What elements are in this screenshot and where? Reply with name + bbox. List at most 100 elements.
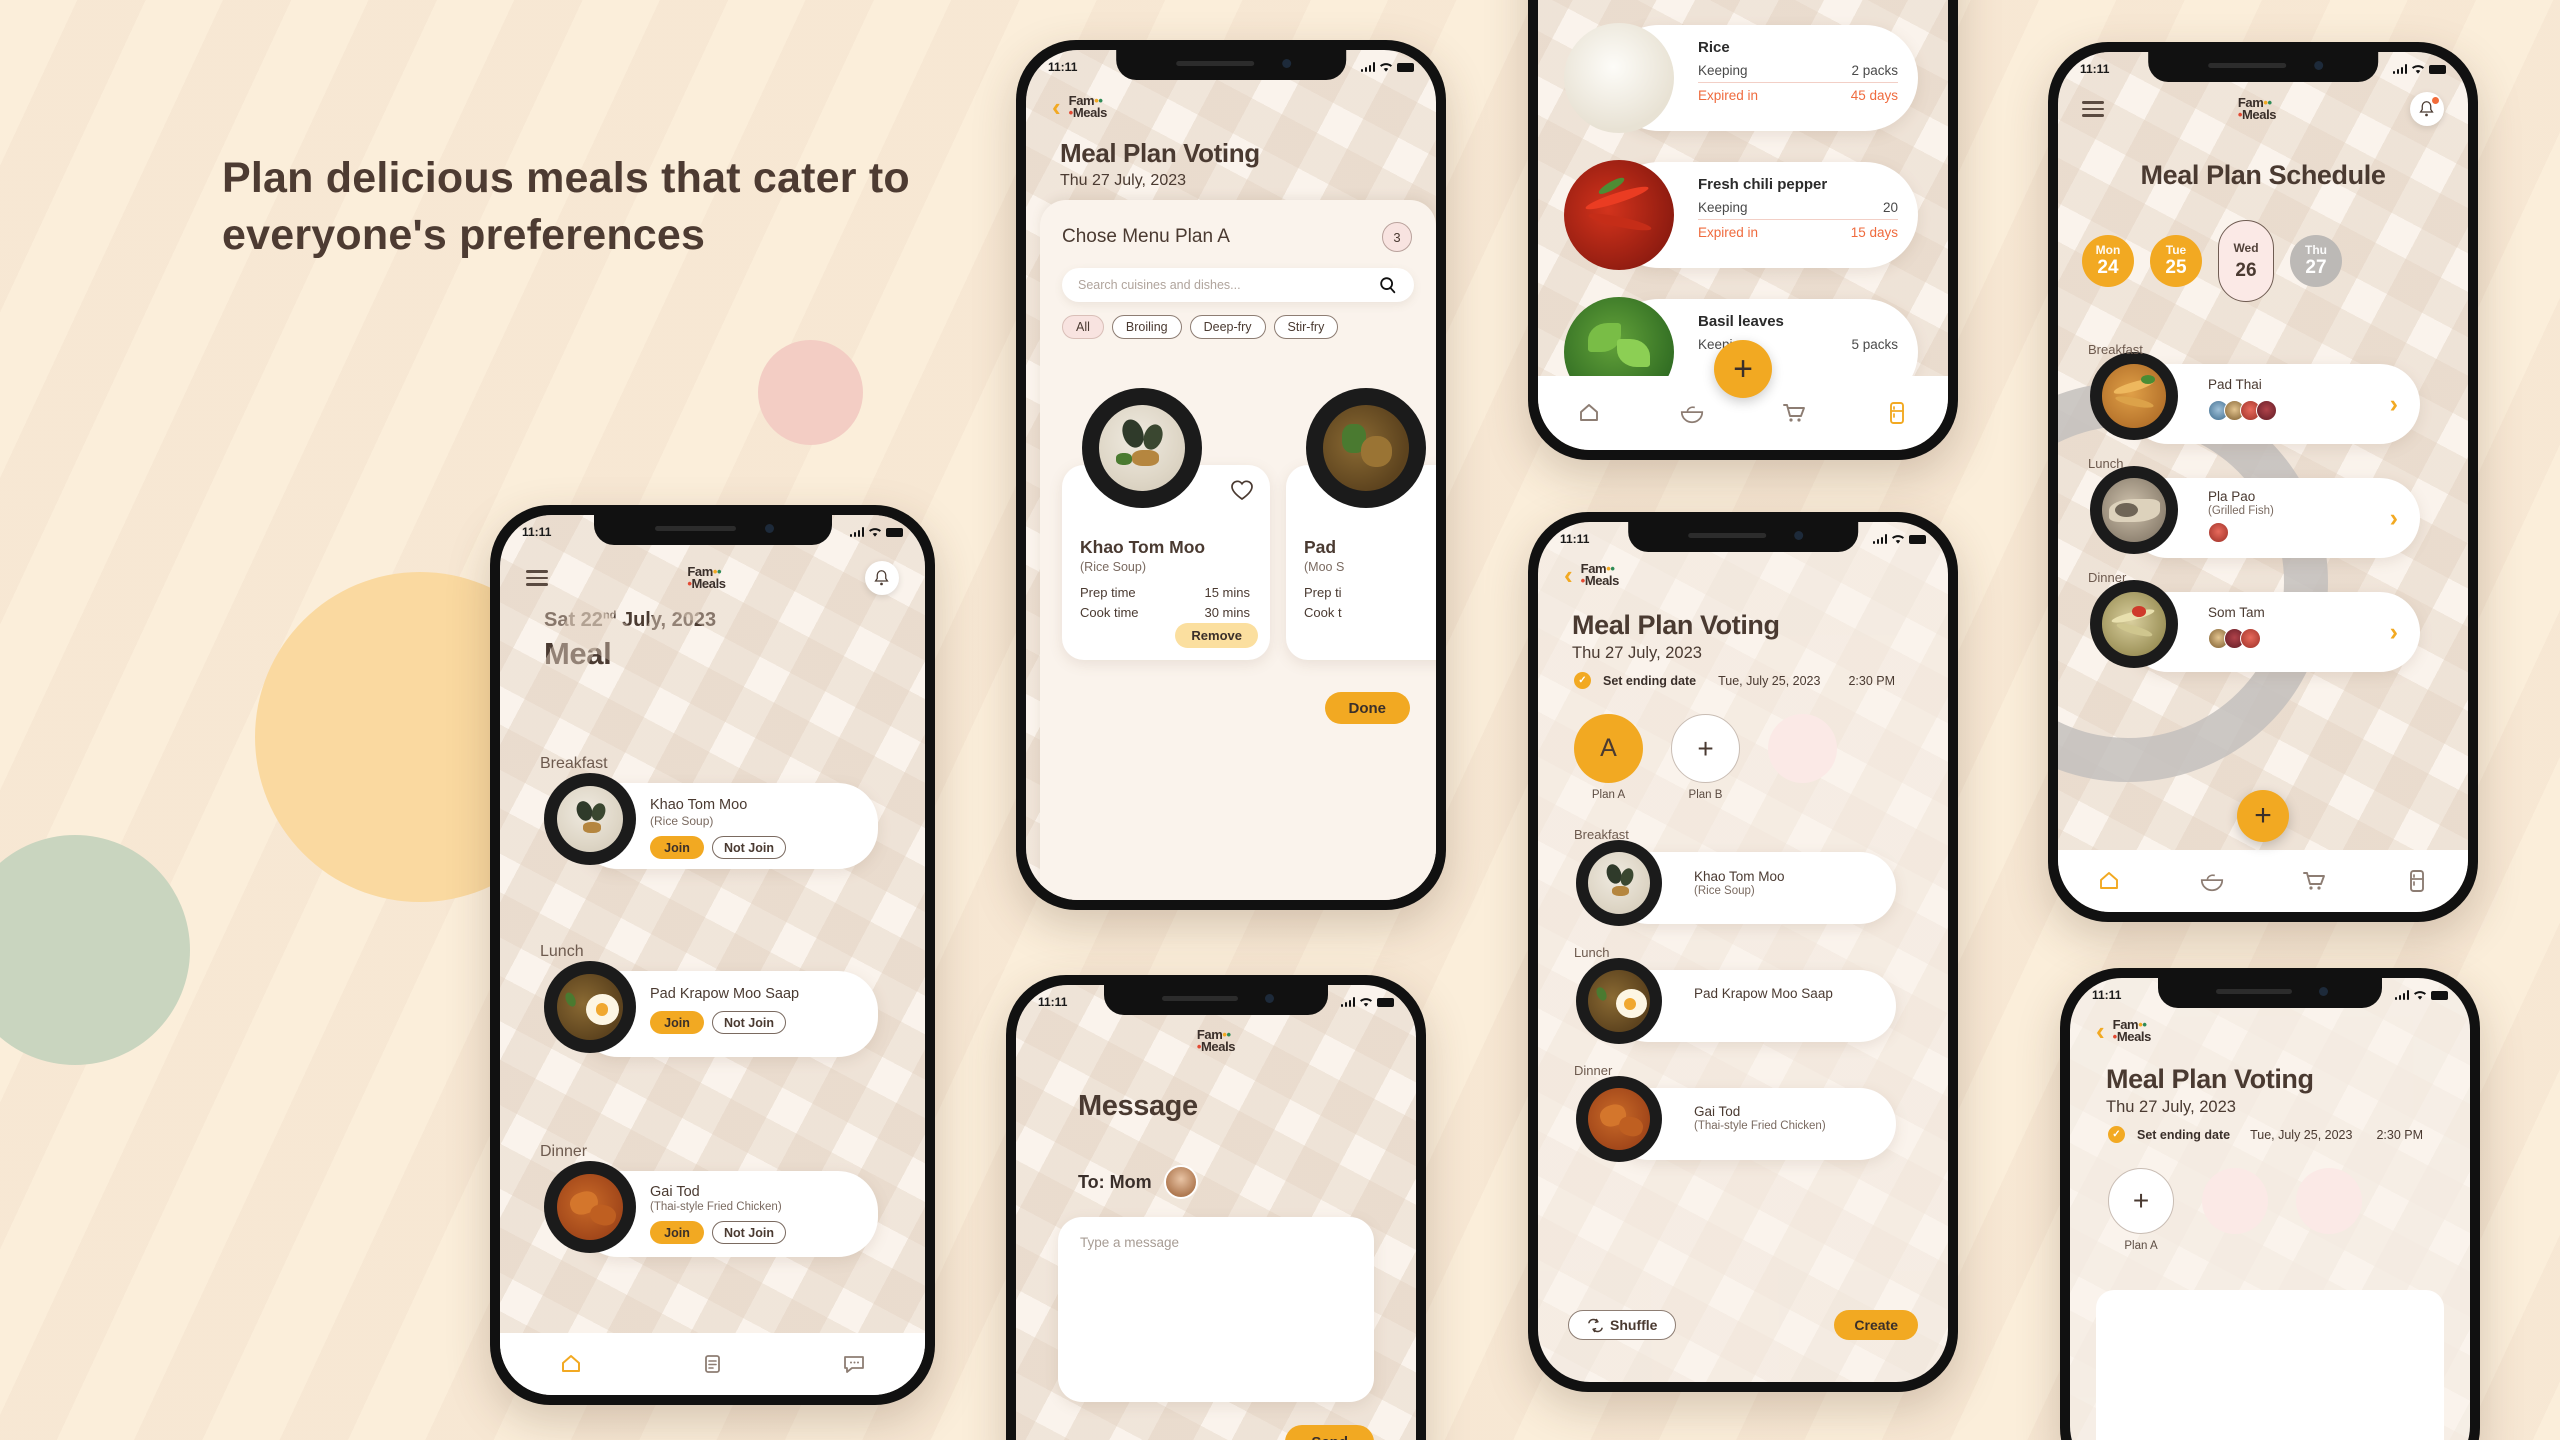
join-button[interactable]: Join [650, 836, 704, 859]
keeping-value: 20 [1882, 200, 1898, 215]
not-join-button[interactable]: Not Join [712, 836, 786, 859]
ending-date-row: ✓ Set ending date Tue, July 25, 2023 2:3… [1574, 672, 1895, 689]
ending-date-value[interactable]: Tue, July 25, 2023 [1718, 674, 1820, 688]
plan-option-a[interactable]: + Plan A [2108, 1168, 2174, 1252]
prep-time-label: Prep time [1080, 585, 1136, 600]
heart-outline-icon[interactable] [1230, 479, 1254, 501]
ending-time-value[interactable]: 2:30 PM [1848, 674, 1895, 688]
app-logo: Fam•• •Meals [1196, 1027, 1236, 1055]
cook-time-label: Cook time [1080, 605, 1139, 620]
day-wed-26-selected[interactable]: Wed 26 [2218, 220, 2274, 302]
shuffle-label: Shuffle [1610, 1317, 1658, 1333]
app-logo: Fam•• •Meals [1580, 560, 1620, 588]
avatar[interactable] [2256, 400, 2277, 421]
dish-subtitle: (Rice Soup) [1694, 885, 1755, 897]
plan-a-circle[interactable]: + [2108, 1168, 2174, 1234]
logo-line-2: Meals [2116, 1029, 2152, 1044]
day-tue-25[interactable]: Tue 25 [2150, 235, 2202, 287]
remove-button[interactable]: Remove [1175, 623, 1258, 648]
dish-name: Som Tam [2208, 605, 2265, 620]
day-thu-27[interactable]: Thu 27 [2290, 235, 2342, 287]
dish-image-fried-chicken [544, 1161, 636, 1253]
cart-icon[interactable] [2301, 868, 2327, 894]
prep-time-value: 15 mins [1204, 585, 1250, 600]
chevron-right-icon[interactable]: › [2390, 504, 2398, 533]
day-mon-24[interactable]: Mon 24 [2082, 235, 2134, 287]
add-meal-fab[interactable]: + [2237, 790, 2289, 842]
rice-bowl-icon[interactable] [2199, 868, 2225, 894]
home-date-rest: July, 2023 [616, 609, 717, 631]
search-input[interactable]: Search cuisines and dishes... [1062, 268, 1414, 302]
check-icon[interactable]: ✓ [1574, 672, 1591, 689]
screen-fridge: Rice Keeping 2 packs Expired in 45 days … [1538, 0, 1948, 450]
logo-line-2: Meals [1201, 1039, 1236, 1055]
document-list-icon[interactable] [699, 1351, 725, 1377]
search-icon[interactable] [1378, 275, 1398, 295]
plan-option-a[interactable]: A Plan A [1574, 714, 1643, 801]
message-input[interactable]: Type a message [1058, 1217, 1374, 1402]
check-icon[interactable]: ✓ [2108, 1126, 2125, 1143]
phone-choose-menu: 11:11 ‹ Fam•• •Meals Meal Plan Voting Th… [1011, 35, 1451, 915]
screen-schedule: 11:11 Fam•• •Meals Meal Plan Schedule Mo… [2058, 52, 2468, 912]
rice-bowl-icon[interactable] [1679, 400, 1705, 426]
notification-dot [2431, 97, 2439, 104]
menu-icon[interactable] [2082, 97, 2104, 120]
join-button[interactable]: Join [650, 1011, 704, 1035]
chevron-right-icon[interactable]: › [2390, 390, 2398, 419]
plan-b-label: Plan B [1688, 789, 1723, 801]
title-block: Meal Plan Voting Thu 27 July, 2023 [1060, 138, 1260, 190]
avatar[interactable] [1163, 1165, 1198, 1199]
cart-icon[interactable] [1781, 400, 1807, 426]
notification-bell-icon[interactable] [2409, 92, 2444, 126]
filter-chip-deepfry[interactable]: Deep-fry [1189, 315, 1266, 339]
page-title: Meal [544, 636, 612, 671]
back-chevron-icon[interactable]: ‹ [2096, 1018, 2105, 1044]
back-chevron-icon[interactable]: ‹ [1564, 562, 1573, 588]
app-logo: Fam•• •Meals [1068, 92, 1108, 120]
create-button[interactable]: Create [1834, 1310, 1918, 1340]
fridge-icon[interactable] [1884, 400, 1910, 426]
plan-option-b[interactable]: + Plan B [1671, 714, 1740, 801]
not-join-button[interactable]: Not Join [712, 1221, 786, 1244]
signal-bars-icon [2392, 64, 2407, 74]
plan-a-circle[interactable]: A [1574, 714, 1643, 783]
plan-placeholder-circle-1 [2202, 1168, 2268, 1234]
keeping-label: Keeping [1698, 200, 1748, 215]
menu-icon[interactable] [526, 566, 548, 589]
expire-value: 45 days [1850, 88, 1898, 103]
recipient-label: To: Mom [1078, 1171, 1152, 1192]
filter-chip-stirfry[interactable]: Stir-fry [1273, 315, 1339, 339]
add-item-fab[interactable]: + [1714, 340, 1772, 398]
title-block: Meal Plan Voting Thu 27 July, 2023 [2106, 1064, 2314, 1117]
done-button[interactable]: Done [1324, 692, 1410, 724]
fridge-icon[interactable] [2404, 868, 2430, 894]
home-icon[interactable] [2096, 868, 2122, 894]
logo-line-2: Meals [1584, 573, 1620, 588]
dish-image-pad-krapow [544, 961, 636, 1053]
join-button[interactable]: Join [650, 1221, 704, 1244]
signal-bars-icon [1340, 997, 1355, 1007]
ending-time-value[interactable]: 2:30 PM [2376, 1128, 2423, 1142]
chevron-right-icon[interactable]: › [2390, 618, 2398, 647]
message-placeholder: Type a message [1080, 1235, 1180, 1250]
chat-bubble-icon[interactable] [841, 1351, 867, 1377]
not-join-button[interactable]: Not Join [712, 1011, 786, 1035]
back-chevron-icon[interactable]: ‹ [1052, 94, 1061, 120]
plan-b-circle[interactable]: + [1671, 714, 1740, 783]
filter-chip-all[interactable]: All [1062, 315, 1104, 339]
app-logo: Fam•• •Meals [2112, 1016, 2152, 1044]
send-button[interactable]: Send [1285, 1425, 1374, 1440]
section-label-breakfast: Breakfast [1574, 827, 1629, 842]
home-icon[interactable] [558, 1351, 584, 1377]
home-icon[interactable] [1576, 400, 1602, 426]
avatar[interactable] [2208, 522, 2229, 543]
dish-image-grilled-fish [2090, 466, 2178, 554]
avatar[interactable] [2240, 628, 2261, 649]
day-number: 25 [2165, 257, 2187, 278]
ending-date-value[interactable]: Tue, July 25, 2023 [2250, 1128, 2352, 1142]
status-time: 11:11 [2080, 62, 2110, 76]
battery-icon [1909, 534, 1926, 544]
filter-chip-broiling[interactable]: Broiling [1111, 315, 1182, 339]
shuffle-button[interactable]: Shuffle [1568, 1310, 1677, 1340]
notification-bell-icon[interactable] [864, 561, 899, 595]
